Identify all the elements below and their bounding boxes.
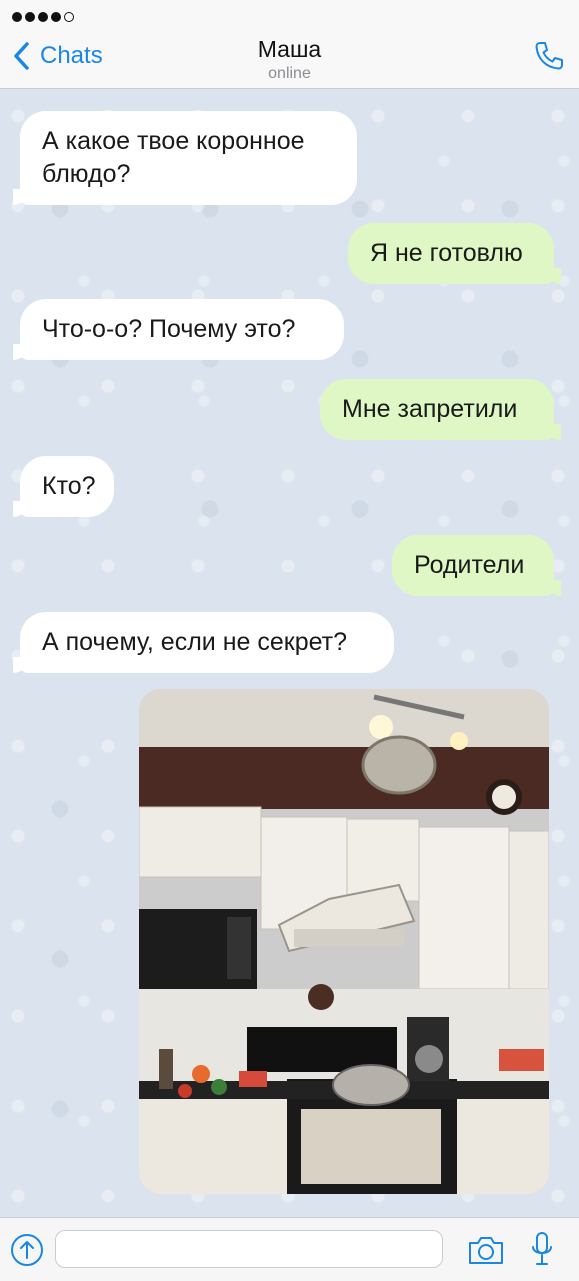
back-label: Chats xyxy=(40,42,103,69)
message-text: А почему, если не секрет? xyxy=(42,628,348,656)
message-outgoing[interactable]: Родители xyxy=(392,535,561,596)
message-text: Мне запретили xyxy=(342,395,518,423)
message-incoming[interactable]: Кто? xyxy=(13,456,114,517)
camera-icon[interactable] xyxy=(467,1234,505,1266)
message-list[interactable]: А какое твое коронное блюдо? Я не готовл… xyxy=(0,89,579,1217)
message-incoming[interactable]: Что-о-о? Почему это? xyxy=(13,299,344,360)
status-bar xyxy=(0,0,579,34)
kitchen-photo xyxy=(139,689,549,1194)
phone-icon[interactable] xyxy=(531,38,567,74)
upload-arrow-icon[interactable] xyxy=(9,1232,45,1268)
message-input[interactable] xyxy=(55,1230,443,1268)
message-text: А какое твое коронное блюдо? xyxy=(42,127,305,188)
message-incoming[interactable]: А какое твое коронное блюдо? xyxy=(13,111,357,205)
microphone-icon[interactable] xyxy=(530,1230,554,1270)
message-text: Кто? xyxy=(42,472,96,500)
composer xyxy=(0,1217,579,1281)
back-button[interactable]: Chats xyxy=(12,40,103,72)
signal-strength-icon xyxy=(12,12,74,22)
message-outgoing[interactable]: Я не готовлю xyxy=(348,223,561,284)
chevron-left-icon xyxy=(14,42,29,70)
photo-message[interactable] xyxy=(139,689,549,1194)
chat-header: Маша online Chats xyxy=(0,34,579,89)
message-outgoing[interactable]: Мне запретили xyxy=(320,379,561,440)
message-text: Родители xyxy=(414,551,525,579)
message-incoming[interactable]: А почему, если не секрет? xyxy=(13,612,394,673)
message-text: Что-о-о? Почему это? xyxy=(42,315,296,343)
message-text: Я не готовлю xyxy=(370,239,523,267)
